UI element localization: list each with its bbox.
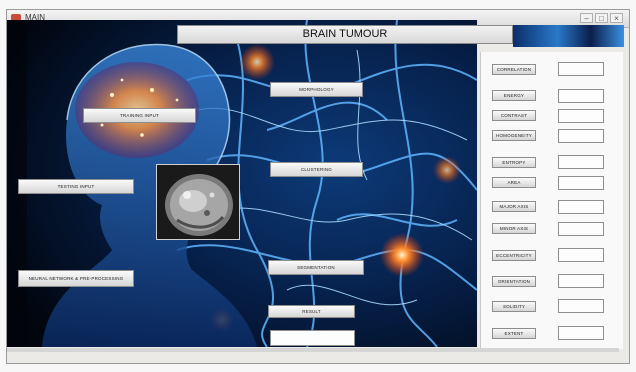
homogeneity-field[interactable] [558,129,604,143]
solidity-button[interactable]: SOLIDITY [492,301,536,312]
minor-axis-button[interactable]: MINOR AXIS [492,223,536,234]
contrast-field[interactable] [558,109,604,123]
contrast-button[interactable]: CONTRAST [492,110,536,121]
morphology-button[interactable]: MORPHOLOGY [270,82,363,97]
homogeneity-button[interactable]: HOMOGENEITY [492,130,536,141]
extent-button[interactable]: EXTENT [492,328,536,339]
header-decoration [513,25,624,47]
orientation-button[interactable]: ORIENTATION [492,276,536,287]
energy-field[interactable] [558,89,604,103]
window-bottom-edge [7,348,619,352]
energy-button[interactable]: ENERGY [492,90,536,101]
minor-axis-field[interactable] [558,222,604,236]
page-title: BRAIN TUMOUR [177,25,513,44]
area-field[interactable] [558,176,604,190]
correlation-button[interactable]: CORRELATION [492,64,536,75]
solidity-field[interactable] [558,299,604,313]
area-button[interactable]: AREA [492,177,536,188]
clustering-button[interactable]: CLUSTERING [270,162,363,177]
major-axis-button[interactable]: MAJOR AXIS [492,201,536,212]
neural-network-button[interactable]: NEURAL NETWORK & PRE-PROCESSING [18,270,134,287]
training-input-button[interactable]: TRAINING INPUT [83,108,196,123]
eccentricity-button[interactable]: ECCENTRICITY [492,250,536,261]
result-field[interactable] [270,330,355,346]
eccentricity-field[interactable] [558,248,604,262]
minimize-icon[interactable]: – [580,13,593,23]
entropy-button[interactable]: ENTROPY [492,157,536,168]
mri-scan-graphic [157,165,239,239]
testing-input-button[interactable]: TESTING INPUT [18,179,134,194]
extent-field[interactable] [558,326,604,340]
correlation-field[interactable] [558,62,604,76]
segmentation-button[interactable]: SEGMENTATION [268,260,364,275]
entropy-field[interactable] [558,155,604,169]
major-axis-field[interactable] [558,200,604,214]
mri-scan-image [156,164,240,240]
close-icon[interactable]: × [610,13,623,23]
orientation-field[interactable] [558,274,604,288]
result-button[interactable]: RESULT [268,305,355,318]
maximize-icon[interactable]: □ [595,13,608,23]
